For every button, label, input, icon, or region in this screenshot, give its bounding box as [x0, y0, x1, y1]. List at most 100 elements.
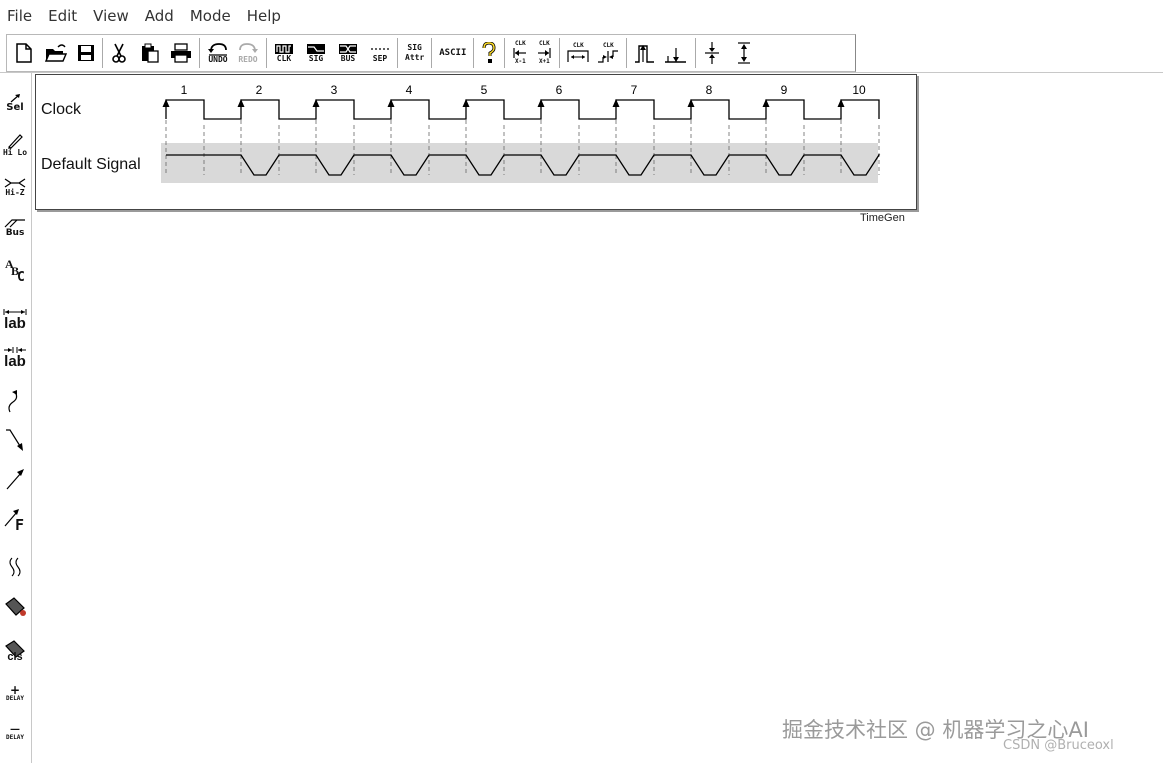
toolbar-separator: [199, 38, 200, 68]
timing-diagram-window[interactable]: Clock Default Signal 1 2 3 4 5 6 7 8 9 10: [35, 74, 917, 210]
insert-space-icon: [705, 42, 720, 64]
add-clock-button[interactable]: CLK: [274, 37, 294, 69]
select-tool[interactable]: Sel: [2, 87, 28, 119]
undo-button[interactable]: UNDO: [207, 37, 229, 69]
sig-attr-bottom-label: Attr: [405, 53, 425, 62]
save-button[interactable]: [77, 37, 95, 69]
waveform-canvas[interactable]: 1 2 3 4 5 6 7 8 9 10: [36, 75, 916, 209]
clock-cycle-number: 8: [706, 83, 713, 97]
hi-lo-tool[interactable]: Hi Lo: [2, 129, 28, 161]
bus-tool[interactable]: Bus: [2, 211, 28, 243]
menu-bar: File Edit View Add Mode Help: [0, 0, 1163, 32]
add-signal-button[interactable]: SIG: [306, 37, 326, 69]
open-file-button[interactable]: [45, 37, 67, 69]
expand-icon: [567, 50, 589, 62]
toolbar-separator: [504, 38, 506, 68]
toolbar-separator: [473, 38, 475, 68]
menu-edit[interactable]: Edit: [40, 7, 85, 25]
new-file-button[interactable]: [15, 37, 33, 69]
abc-c: C: [17, 270, 25, 285]
toolbar-separator: [397, 38, 398, 68]
menu-file[interactable]: File: [0, 7, 40, 25]
flag-arrow-tool[interactable]: F: [2, 503, 28, 539]
label-dimension-tool[interactable]: lab: [2, 303, 28, 335]
ascii-button[interactable]: ASCII: [439, 37, 466, 69]
add-space-button[interactable]: [703, 37, 721, 69]
clk-next-button[interactable]: CLK X+1: [536, 37, 552, 69]
printer-icon: [171, 43, 191, 63]
redo-icon: [239, 43, 258, 53]
break-tool[interactable]: [2, 551, 28, 583]
label-inner-dimension-tool[interactable]: lab: [2, 341, 28, 373]
add-separator-button[interactable]: SEP: [370, 37, 390, 69]
redo-button[interactable]: REDO: [237, 37, 259, 69]
toolbar-strip: UNDO REDO CLK SIG BUS SEP SIG Attr ASCII…: [6, 34, 856, 72]
clock-cycle-number: 2: [256, 83, 263, 97]
clear-color-tool[interactable]: cls: [2, 633, 28, 669]
toolbar-separator: [695, 38, 697, 68]
menu-mode[interactable]: Mode: [182, 7, 239, 25]
rising-edge-button[interactable]: [634, 37, 656, 69]
rising-edge-icon: [635, 45, 655, 63]
hiz-label: Hi-Z: [5, 188, 25, 197]
falling-edge-button[interactable]: [664, 37, 688, 69]
bus-pencil-icon: [4, 218, 25, 227]
remove-space-button[interactable]: [735, 37, 753, 69]
bus-label: BUS: [340, 54, 356, 63]
clock-cycle-number: 6: [556, 83, 563, 97]
elbow-arrow-icon: [6, 429, 23, 451]
clock-cycle-number: 10: [852, 83, 866, 97]
clock-cycle-number: 3: [331, 83, 338, 97]
lab-label-1: lab: [4, 314, 26, 332]
clock-cycle-number: 9: [781, 83, 788, 97]
scissors-icon: [112, 43, 126, 63]
menu-help[interactable]: Help: [239, 7, 289, 25]
toolbar-separator: [266, 38, 267, 68]
tool-palette: Sel Hi Lo Hi-Z Bus A B C lab lab F cls +…: [0, 73, 32, 763]
ascii-label: ASCII: [439, 47, 467, 58]
save-icon: [78, 45, 94, 61]
elbow-arrow-tool[interactable]: [2, 425, 28, 457]
delete-space-icon: [738, 42, 751, 64]
undo-icon: [208, 43, 227, 56]
sig-label: SIG: [308, 54, 324, 63]
menu-add[interactable]: Add: [137, 7, 182, 25]
text-tool[interactable]: A B C: [2, 253, 28, 289]
toolbar: UNDO REDO CLK SIG BUS SEP SIG Attr ASCII…: [0, 32, 1163, 73]
hi-z-tool[interactable]: Hi-Z: [2, 171, 28, 203]
paste-button[interactable]: [140, 37, 160, 69]
signal-attributes-button[interactable]: SIG Attr: [405, 37, 424, 69]
clock-cycle-number: 5: [481, 83, 488, 97]
clk-shrink-button[interactable]: CLK: [597, 37, 619, 69]
bus-tool-label: Bus: [5, 227, 25, 238]
sep-label: SEP: [372, 54, 388, 63]
break-symbol-icon: [9, 557, 21, 577]
remove-delay-tool[interactable]: — DELAY: [2, 717, 28, 749]
help-button[interactable]: [481, 37, 497, 69]
watermark-csdn: CSDN @Bruceoxl: [1003, 738, 1114, 753]
arrow-f-icon: F: [2, 504, 28, 538]
minus-delay-label: DELAY: [5, 734, 25, 741]
question-mark-icon: [482, 42, 496, 63]
clk-expand-button[interactable]: CLK: [567, 37, 589, 69]
hilo-label: Hi Lo: [2, 148, 28, 157]
clock-cycle-number: 4: [406, 83, 413, 97]
brand-label: TimeGen: [860, 212, 905, 224]
sel-label: Sel: [6, 102, 24, 113]
straight-arrow-tool[interactable]: [2, 463, 28, 495]
print-button[interactable]: [170, 37, 192, 69]
flag-f-label: F: [15, 516, 25, 534]
new-file-icon: [16, 43, 32, 63]
undo-label: UNDO: [208, 55, 228, 64]
curve-arrow-tool[interactable]: [2, 385, 28, 417]
x-minus-label: X-1: [514, 58, 526, 65]
pencil-icon: [8, 134, 23, 149]
add-bus-button[interactable]: BUS: [338, 37, 358, 69]
add-delay-tool[interactable]: + DELAY: [2, 677, 28, 709]
cut-button[interactable]: [110, 37, 128, 69]
sig-attr-top-label: SIG: [407, 43, 422, 52]
toolbar-separator: [559, 38, 561, 68]
clk-prev-button[interactable]: CLK X-1: [512, 37, 528, 69]
paint-tool[interactable]: [2, 591, 28, 623]
menu-view[interactable]: View: [85, 7, 137, 25]
